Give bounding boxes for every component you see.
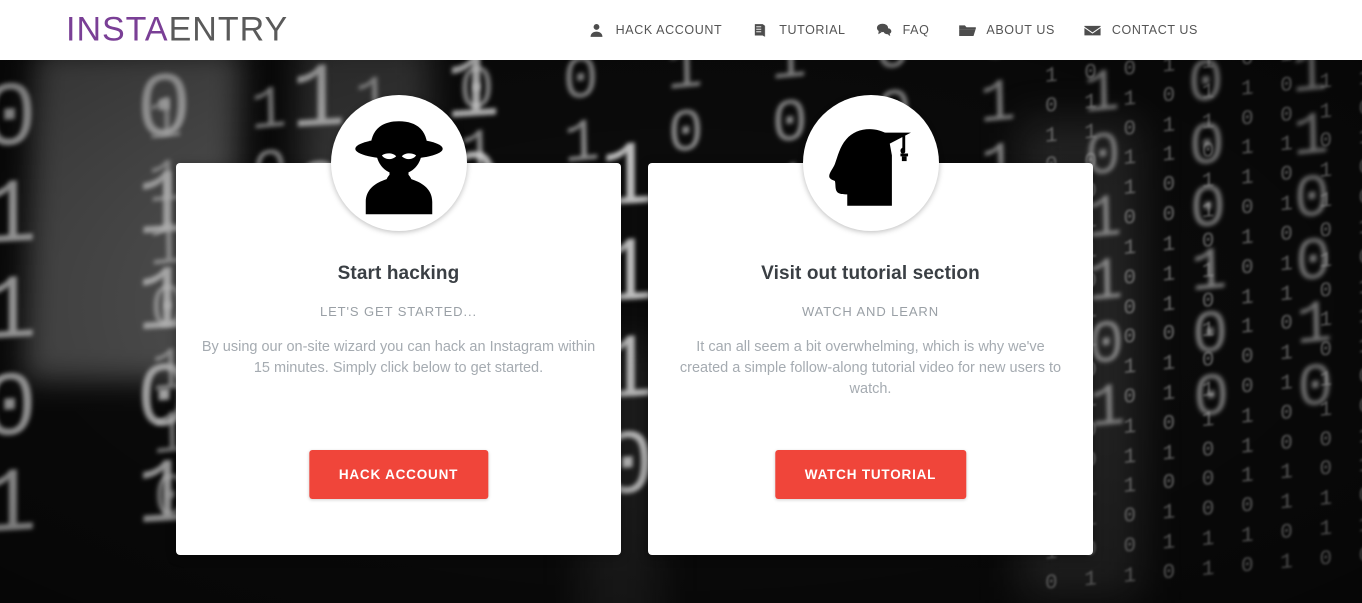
card-tutorial-section: Visit out tutorial section WATCH AND LEA… (648, 95, 1093, 555)
watch-tutorial-button[interactable]: WATCH TUTORIAL (774, 450, 967, 499)
nav-label: ABOUT US (986, 23, 1055, 37)
card-description: It can all seem a bit overwhelming, whic… (679, 339, 1062, 398)
site-logo[interactable]: INSTAENTRY (66, 11, 288, 50)
nav-label: TUTORIAL (779, 23, 846, 37)
cards-container: Start hacking LET'S GET STARTED... By us… (0, 60, 1362, 603)
hack-account-button[interactable]: HACK ACCOUNT (308, 450, 489, 499)
card-title: Visit out tutorial section (761, 263, 980, 284)
nav-item-contact-us[interactable]: CONTACT US (1069, 0, 1212, 60)
speech-bubble-icon (874, 20, 894, 40)
nav-label: HACK ACCOUNT (615, 23, 723, 37)
card-subtitle: WATCH AND LEARN (801, 304, 939, 319)
card-start-hacking: Start hacking LET'S GET STARTED... By us… (176, 95, 621, 555)
graduate-head-icon (802, 95, 939, 231)
envelope-icon (1083, 20, 1103, 40)
book-icon (750, 20, 770, 40)
card-description: By using our on-site wizard you can hack… (201, 339, 596, 377)
folder-icon (957, 20, 977, 40)
card-title: Start hacking (337, 263, 460, 284)
card-subtitle: LET'S GET STARTED... (319, 304, 477, 319)
logo-text-primary: INSTA (66, 10, 169, 49)
logo-text-secondary: ENTRY (168, 10, 289, 49)
nav-label: CONTACT US (1111, 23, 1198, 37)
nav-item-faq[interactable]: FAQ (860, 0, 944, 60)
user-icon (587, 20, 607, 40)
page-root: 0 0 1 1 1 1 0 0 1 1 1 0 0 1 0 0 0 1 0 1 … (0, 0, 1362, 603)
site-header: INSTAENTRY HACK ACCOUNT TUTORIAL FAQ ABO… (0, 0, 1362, 60)
card-content: Start hacking LET'S GET STARTED... By us… (176, 263, 621, 379)
nav-item-tutorial[interactable]: TUTORIAL (736, 0, 859, 60)
nav-item-hack-account[interactable]: HACK ACCOUNT (573, 0, 737, 60)
card-content: Visit out tutorial section WATCH AND LEA… (648, 263, 1093, 400)
nav-label: FAQ (902, 23, 930, 37)
nav-item-about-us[interactable]: ABOUT US (943, 0, 1068, 60)
main-navigation: HACK ACCOUNT TUTORIAL FAQ ABOUT US CONTA… (573, 0, 1212, 60)
spy-hacker-icon (330, 95, 467, 231)
